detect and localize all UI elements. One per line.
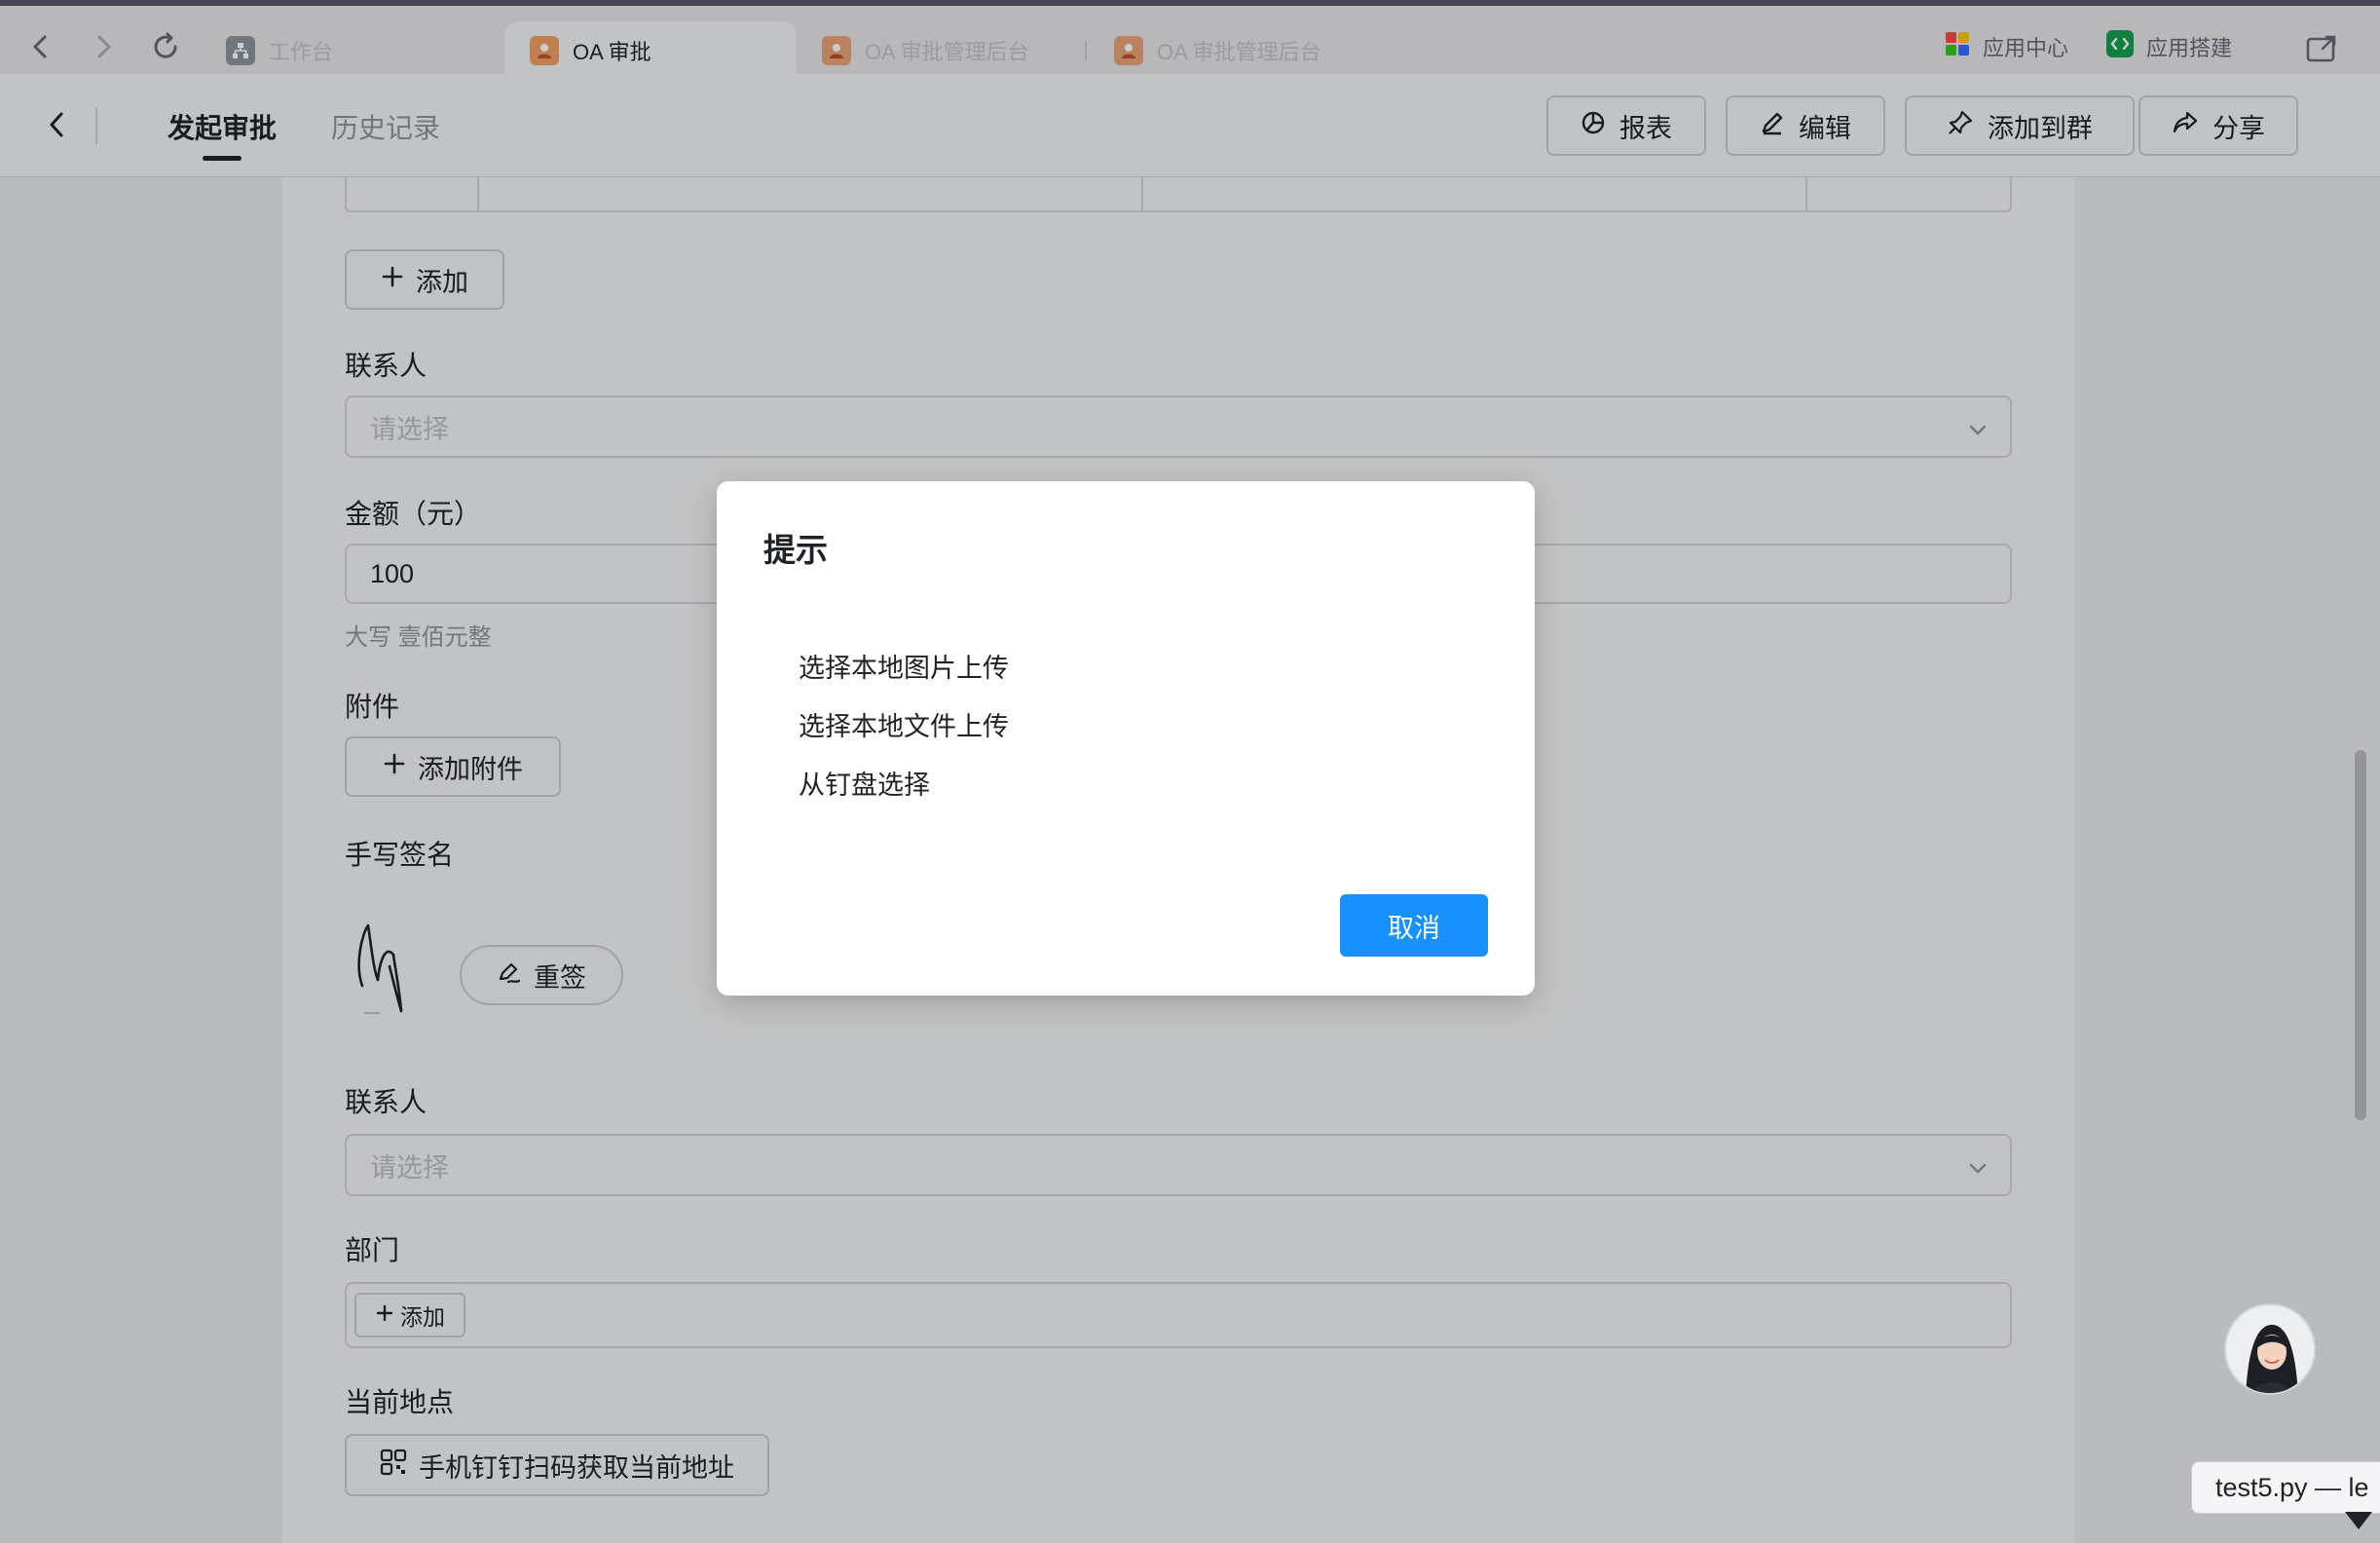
tooltip-pointer — [2345, 1512, 2372, 1529]
option-upload-file[interactable]: 选择本地文件上传 — [799, 705, 1009, 743]
assistant-avatar[interactable] — [2224, 1303, 2316, 1395]
upload-options-dialog: 提示 选择本地图片上传 选择本地文件上传 从钉盘选择 取消 — [717, 481, 1535, 996]
option-upload-image[interactable]: 选择本地图片上传 — [799, 647, 1009, 685]
option-dingpan[interactable]: 从钉盘选择 — [799, 764, 930, 802]
cancel-button[interactable]: 取消 — [1340, 894, 1488, 957]
dialog-title: 提示 — [763, 532, 828, 568]
window-title-tooltip: test5.py — le — [2191, 1461, 2380, 1514]
